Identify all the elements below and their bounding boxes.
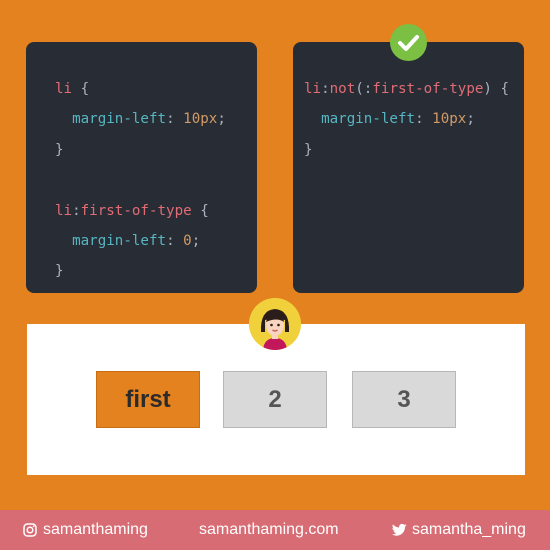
code-selector: li: [304, 81, 322, 97]
check-icon: [390, 24, 427, 61]
website-link[interactable]: samanthaming.com: [199, 521, 339, 539]
code-panel-right: li:not(:first-of-type) { margin-left: 10…: [293, 42, 524, 293]
code-selector: li: [55, 202, 73, 219]
footer-twitter[interactable]: samantha_ming: [391, 521, 526, 539]
code-semicolon: ;: [466, 111, 475, 128]
list-item-3: 3: [352, 371, 456, 428]
code-property: margin-left: [72, 111, 167, 128]
code-pseudo: first-of-type: [80, 202, 192, 219]
twitter-icon: [391, 523, 407, 537]
code-semicolon: ;: [191, 233, 201, 250]
code-pseudo: first-of-type: [372, 81, 484, 97]
code-panel-left: li { margin-left: 10px; } li: first-of-ty…: [26, 42, 257, 293]
code-brace: {: [191, 202, 209, 219]
code-semicolon: ;: [217, 111, 226, 128]
code-value: 0: [183, 233, 192, 250]
list-item-first: first: [96, 371, 200, 428]
code-colon: :: [166, 233, 184, 250]
code-brace: {: [72, 81, 90, 97]
code-colon: :: [166, 111, 184, 128]
code-block-right: li:not(:first-of-type) { margin-left: 10…: [304, 81, 510, 158]
code-brace: }: [304, 141, 313, 158]
code-block-left: li { margin-left: 10px; } li: first-of-ty…: [55, 81, 226, 280]
twitter-handle[interactable]: samantha_ming: [412, 521, 526, 539]
avatar-icon: [249, 298, 301, 350]
footer-website[interactable]: samanthaming.com: [199, 521, 339, 539]
footer-instagram[interactable]: samanthaming: [23, 521, 148, 539]
instagram-icon: [23, 523, 37, 537]
footer: samanthaming samanthaming.com samantha_m…: [0, 510, 550, 550]
code-brace: }: [55, 263, 64, 280]
code-paren: ): [483, 81, 492, 97]
code-value: 10px: [183, 111, 218, 128]
code-property: margin-left: [321, 111, 416, 128]
code-selector: li: [55, 81, 73, 97]
list-item-2: 2: [223, 371, 327, 428]
code-brace: {: [491, 81, 510, 97]
code-value: 10px: [432, 111, 467, 128]
code-brace: }: [55, 141, 64, 158]
code-property: margin-left: [72, 233, 167, 250]
instagram-handle[interactable]: samanthaming: [43, 521, 148, 539]
code-colon: :: [415, 111, 433, 128]
